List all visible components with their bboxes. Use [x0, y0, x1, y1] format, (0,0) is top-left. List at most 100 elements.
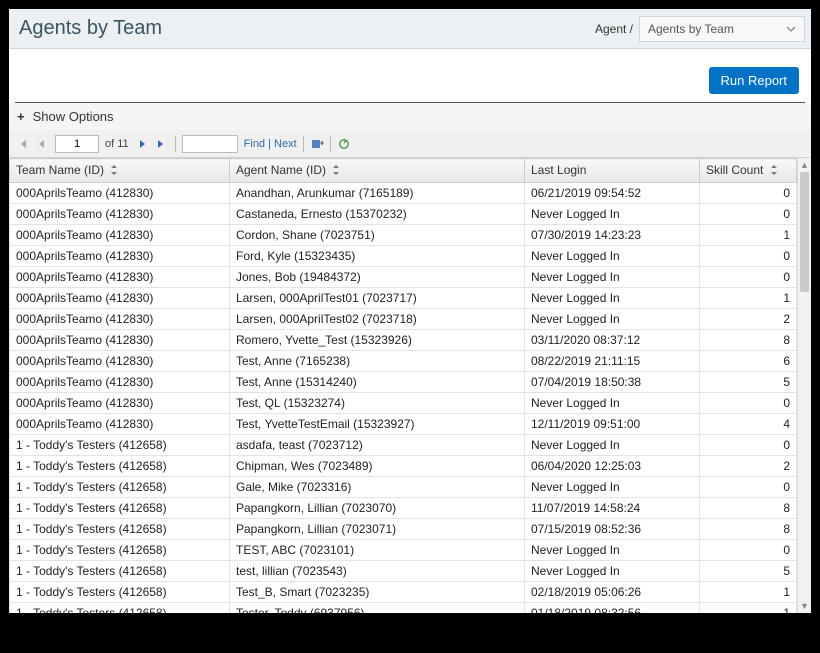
cell-login: Never Logged In: [525, 287, 700, 308]
table-row[interactable]: 1 - Toddy's Testers (412658)test, lillia…: [10, 560, 797, 581]
cell-team: 1 - Toddy's Testers (412658): [10, 560, 230, 581]
table-row[interactable]: 000AprilsTeamo (412830)Test, YvetteTestE…: [10, 413, 797, 434]
col-login-label: Last Login: [531, 163, 586, 177]
cell-team: 000AprilsTeamo (412830): [10, 245, 230, 266]
table-row[interactable]: 000AprilsTeamo (412830)Larsen, 000AprilT…: [10, 287, 797, 308]
scroll-thumb[interactable]: [800, 172, 809, 292]
col-team[interactable]: Team Name (ID): [10, 159, 230, 183]
table-row[interactable]: 000AprilsTeamo (412830)Anandhan, Arunkum…: [10, 182, 797, 203]
cell-skill: 5: [700, 371, 797, 392]
cell-skill: 0: [700, 245, 797, 266]
cell-agent: Test, QL (15323274): [230, 392, 525, 413]
header-right: Agent / Agents by Team: [595, 16, 805, 42]
find-next-link[interactable]: Find | Next: [244, 138, 297, 150]
prev-page-icon[interactable]: [35, 137, 49, 151]
cell-team: 1 - Toddy's Testers (412658): [10, 434, 230, 455]
col-agent[interactable]: Agent Name (ID): [230, 159, 525, 183]
table-row[interactable]: 1 - Toddy's Testers (412658)Chipman, Wes…: [10, 455, 797, 476]
run-report-button[interactable]: Run Report: [709, 67, 799, 94]
cell-team: 1 - Toddy's Testers (412658): [10, 497, 230, 518]
cell-login: 06/21/2019 09:54:52: [525, 182, 700, 203]
cell-agent: Jones, Bob (19484372): [230, 266, 525, 287]
cell-team: 1 - Toddy's Testers (412658): [10, 539, 230, 560]
table-row[interactable]: 1 - Toddy's Testers (412658)Tester, Todd…: [10, 602, 797, 613]
cell-skill: 8: [700, 329, 797, 350]
cell-skill: 0: [700, 434, 797, 455]
table-row[interactable]: 000AprilsTeamo (412830)Test, QL (1532327…: [10, 392, 797, 413]
table-row[interactable]: 1 - Toddy's Testers (412658)Papangkorn, …: [10, 518, 797, 539]
sort-icon: [332, 164, 340, 178]
table-row[interactable]: 1 - Toddy's Testers (412658)TEST, ABC (7…: [10, 539, 797, 560]
table-row[interactable]: 000AprilsTeamo (412830)Larsen, 000AprilT…: [10, 308, 797, 329]
cell-agent: TEST, ABC (7023101): [230, 539, 525, 560]
cell-skill: 0: [700, 266, 797, 287]
cell-agent: Gale, Mike (7023316): [230, 476, 525, 497]
cell-agent: Test, YvetteTestEmail (15323927): [230, 413, 525, 434]
cell-skill: 5: [700, 560, 797, 581]
export-icon[interactable]: [310, 137, 324, 151]
cell-agent: Chipman, Wes (7023489): [230, 455, 525, 476]
cell-skill: 0: [700, 392, 797, 413]
cell-team: 000AprilsTeamo (412830): [10, 182, 230, 203]
cell-skill: 2: [700, 455, 797, 476]
cell-skill: 0: [700, 203, 797, 224]
page-title: Agents by Team: [15, 17, 162, 40]
table-row[interactable]: 1 - Toddy's Testers (412658)Papangkorn, …: [10, 497, 797, 518]
cell-login: Never Logged In: [525, 560, 700, 581]
table-row[interactable]: 000AprilsTeamo (412830)Jones, Bob (19484…: [10, 266, 797, 287]
cell-login: Never Logged In: [525, 392, 700, 413]
expand-icon: +: [17, 109, 25, 124]
table-row[interactable]: 000AprilsTeamo (412830)Romero, Yvette_Te…: [10, 329, 797, 350]
toolbar-sep-2: [303, 136, 304, 152]
find-input[interactable]: [182, 135, 238, 153]
cell-agent: Cordon, Shane (7023751): [230, 224, 525, 245]
report-select[interactable]: Agents by Team: [639, 16, 805, 42]
refresh-icon[interactable]: [337, 137, 351, 151]
sort-icon: [770, 164, 778, 178]
cell-agent: test, lillian (7023543): [230, 560, 525, 581]
table-row[interactable]: 000AprilsTeamo (412830)Castaneda, Ernest…: [10, 203, 797, 224]
table-row[interactable]: 000AprilsTeamo (412830)Cordon, Shane (70…: [10, 224, 797, 245]
next-page-icon[interactable]: [135, 137, 149, 151]
cell-skill: 1: [700, 287, 797, 308]
report-table: Team Name (ID) Agent Name (ID) Last Logi…: [9, 158, 797, 613]
cell-login: Never Logged In: [525, 203, 700, 224]
scroll-down-icon[interactable]: ▼: [798, 599, 811, 613]
cell-agent: Castaneda, Ernesto (15370232): [230, 203, 525, 224]
cell-login: 12/11/2019 09:51:00: [525, 413, 700, 434]
cell-skill: 8: [700, 518, 797, 539]
table-row[interactable]: 1 - Toddy's Testers (412658)Test_B, Smar…: [10, 581, 797, 602]
col-login[interactable]: Last Login: [525, 159, 700, 183]
cell-skill: 1: [700, 581, 797, 602]
col-skill[interactable]: Skill Count: [700, 159, 797, 183]
vertical-scrollbar[interactable]: ▲ ▼: [797, 158, 811, 613]
cell-agent: Papangkorn, Lillian (7023070): [230, 497, 525, 518]
scroll-track[interactable]: [798, 172, 811, 599]
table-row[interactable]: 1 - Toddy's Testers (412658)asdafa, teas…: [10, 434, 797, 455]
cell-skill: 4: [700, 413, 797, 434]
cell-team: 000AprilsTeamo (412830): [10, 329, 230, 350]
cell-team: 1 - Toddy's Testers (412658): [10, 455, 230, 476]
scroll-up-icon[interactable]: ▲: [798, 158, 811, 172]
table-row[interactable]: 000AprilsTeamo (412830)Test, Anne (71652…: [10, 350, 797, 371]
cell-login: 07/15/2019 08:52:36: [525, 518, 700, 539]
cell-login: 01/18/2019 08:32:56: [525, 602, 700, 613]
last-page-icon[interactable]: [155, 137, 169, 151]
col-team-label: Team Name (ID): [16, 163, 104, 177]
cell-agent: Test_B, Smart (7023235): [230, 581, 525, 602]
table-area: Team Name (ID) Agent Name (ID) Last Logi…: [9, 158, 811, 613]
show-options-row[interactable]: + Show Options: [9, 103, 811, 130]
cell-team: 1 - Toddy's Testers (412658): [10, 602, 230, 613]
cell-login: 03/11/2020 08:37:12: [525, 329, 700, 350]
first-page-icon[interactable]: [15, 137, 29, 151]
toolbar-sep: [175, 136, 176, 152]
table-scroll[interactable]: Team Name (ID) Agent Name (ID) Last Logi…: [9, 158, 797, 613]
cell-agent: Larsen, 000AprilTest02 (7023718): [230, 308, 525, 329]
table-row[interactable]: 000AprilsTeamo (412830)Ford, Kyle (15323…: [10, 245, 797, 266]
cell-login: Never Logged In: [525, 434, 700, 455]
cell-login: Never Logged In: [525, 266, 700, 287]
page-input[interactable]: [55, 135, 99, 153]
table-row[interactable]: 1 - Toddy's Testers (412658)Gale, Mike (…: [10, 476, 797, 497]
table-row[interactable]: 000AprilsTeamo (412830)Test, Anne (15314…: [10, 371, 797, 392]
cell-agent: Papangkorn, Lillian (7023071): [230, 518, 525, 539]
